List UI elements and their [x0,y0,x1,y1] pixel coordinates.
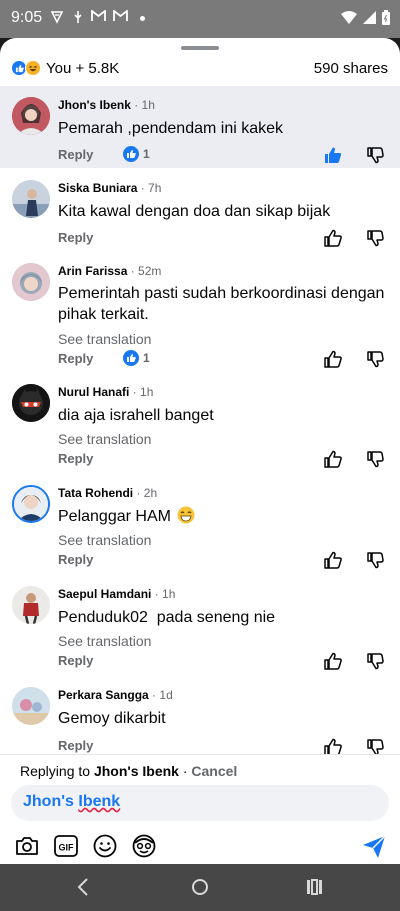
thumbs-up-icon[interactable] [324,350,342,368]
thumbs-up-icon[interactable] [324,652,342,670]
see-translation-link[interactable]: See translation [58,532,151,548]
thumbs-up-icon[interactable] [324,551,342,569]
home-icon[interactable] [191,877,209,897]
share-count[interactable]: 590 shares [314,60,388,77]
avatar[interactable] [12,586,50,624]
gmail-icon [91,10,106,21]
avatar[interactable] [12,485,50,523]
camera-icon[interactable] [14,833,40,859]
gmail-icon [113,10,128,21]
system-nav-bar [0,864,400,911]
comment-item: Tata Rohendi · 2h Pelanggar HAM See tran… [0,474,400,574]
comment-author[interactable]: Perkara Sangga · 1d [58,688,173,702]
comment-input[interactable]: Jhon's Ibenk [11,785,389,821]
mention-tag[interactable]: Jhon's Ibenk [23,793,120,811]
reply-button[interactable]: Reply [58,147,93,162]
reaction-icons [11,60,41,76]
like-icon [127,150,136,158]
comment-author[interactable]: Jhon's Ibenk · 1h [58,98,155,112]
comment-text: Kita kawal dengan doa dan sikap bijak [58,203,331,220]
status-bar: 9:05 [0,0,400,38]
reply-button[interactable]: Reply [58,351,93,366]
reply-button[interactable]: Reply [58,653,93,668]
reply-button[interactable]: Reply [58,738,93,753]
gif-icon[interactable]: GIF [53,833,79,859]
haha-reaction-icon [25,60,41,76]
comment-text: Pemarah ,pendendam ini kakek [58,120,284,137]
reply-composer: Replying to Jhon's Ibenk · Cancel Jhon's… [0,754,400,864]
see-translation-link[interactable]: See translation [58,431,151,447]
avatar[interactable] [12,97,50,135]
thumbs-down-icon[interactable] [366,652,384,670]
back-icon[interactable] [76,877,90,897]
thumbs-down-icon[interactable] [366,551,384,569]
cancel-reply-button[interactable]: Cancel [191,763,237,779]
comment-author[interactable]: Tata Rohendi · 2h [58,486,157,500]
replying-to-label: Replying to Jhon's Ibenk · Cancel [20,763,238,779]
grinning-emoji-icon [177,506,195,524]
comment-item: Arin Farissa · 52m Pemerintah pasti suda… [0,252,400,372]
sheet-drag-handle[interactable] [181,46,219,50]
comment-text: Pemerintah pasti sudah berkoordinasi den… [58,285,385,323]
like-count[interactable]: 1 [123,350,150,366]
like-icon [127,354,136,362]
reply-button[interactable]: Reply [58,552,93,567]
status-time: 9:05 [11,9,43,26]
reaction-count[interactable]: You + 5.8K [46,60,119,77]
reactions-summary[interactable]: You + 5.8K 590 shares [0,54,400,84]
avatar-sticker-icon[interactable] [131,833,157,859]
thumbs-up-icon[interactable] [324,229,342,247]
comment-text: dia aja israhell banget [58,407,214,424]
reply-button[interactable]: Reply [58,230,93,245]
reply-button[interactable]: Reply [58,451,93,466]
wifi-icon [341,11,357,24]
comment-item: Perkara Sangga · 1d Gemoy dikarbit Reply [0,676,400,756]
thumbs-up-icon[interactable] [324,146,342,164]
replying-to-name: Jhon's Ibenk [93,763,179,779]
smiley-icon[interactable] [92,833,118,859]
see-translation-link[interactable]: See translation [58,633,151,649]
avatar[interactable] [12,263,50,301]
comment-text: Gemoy dikarbit [58,710,166,727]
comment-author[interactable]: Saepul Hamdani · 1h [58,587,175,601]
thumbs-up-icon[interactable] [324,450,342,468]
vpn-icon [50,11,64,24]
comment-item: Siska Buniara · 7h Kita kawal dengan doa… [0,169,400,253]
recents-icon[interactable] [306,877,324,897]
svg-text:GIF: GIF [59,843,75,853]
avatar[interactable] [12,384,50,422]
comment-item: Saepul Hamdani · 1h Penduduk02 pada sene… [0,575,400,675]
notification-dot-icon [140,16,145,21]
thumbs-down-icon[interactable] [366,450,384,468]
composer-toolbar: GIF [0,833,400,861]
avatar[interactable] [12,180,50,218]
comment-text: Penduduk02 pada seneng nie [58,609,276,626]
signal-icon [363,11,376,24]
thumbs-down-icon[interactable] [366,146,384,164]
thumbs-down-icon[interactable] [366,229,384,247]
comment-item: Nurul Hanafi · 1h dia aja israhell bange… [0,373,400,473]
thumbs-down-icon[interactable] [366,350,384,368]
comments-sheet: You + 5.8K 590 shares Jhon's Ibenk · 1h … [0,38,400,864]
avatar[interactable] [12,687,50,725]
like-count[interactable]: 1 [123,146,150,162]
comment-text: Pelanggar HAM [58,506,390,527]
battery-icon [382,10,390,25]
comment-item: Jhon's Ibenk · 1h Pemarah ,pendendam ini… [0,86,400,168]
comment-author[interactable]: Siska Buniara · 7h [58,181,161,195]
comment-author[interactable]: Nurul Hanafi · 1h [58,385,153,399]
see-translation-link[interactable]: See translation [58,331,151,347]
comment-author[interactable]: Arin Farissa · 52m [58,264,161,278]
usb-icon [74,11,82,23]
send-icon[interactable] [362,835,386,859]
